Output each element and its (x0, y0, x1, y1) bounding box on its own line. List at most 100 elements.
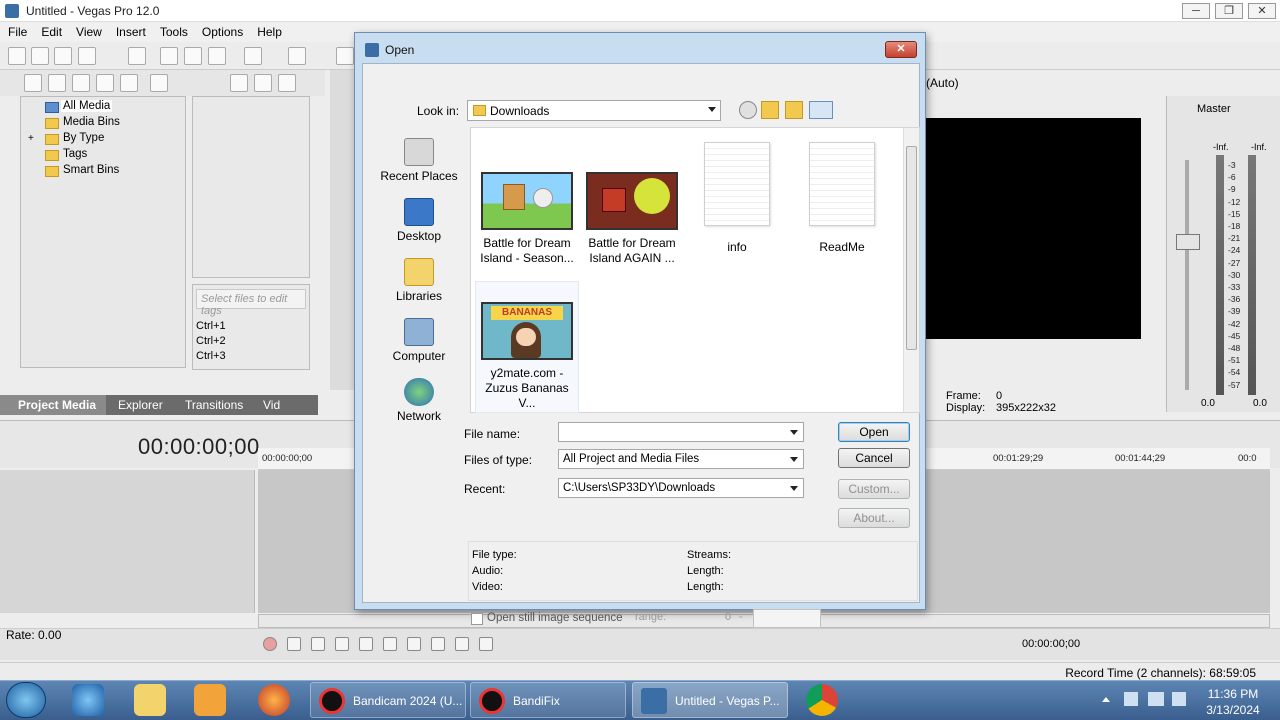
preview-quality[interactable]: (Auto) (926, 76, 959, 90)
file-item[interactable]: BANANAS y2mate.com - Zuzus Bananas V... (475, 281, 579, 413)
media-info: File type: Audio: Video: Streams: Length… (468, 541, 918, 601)
about-button[interactable]: About... (838, 508, 910, 528)
tags-input[interactable]: Select files to edit tags (196, 289, 306, 317)
next-frame-icon[interactable] (479, 637, 493, 651)
chrome-icon[interactable] (806, 684, 838, 716)
tab-explorer[interactable]: Explorer (118, 398, 163, 412)
maximize-button[interactable]: ❐ (1215, 3, 1243, 19)
tree-by-type[interactable]: By Type (63, 132, 104, 144)
menu-help[interactable]: Help (249, 22, 288, 39)
file-list-scrollbar[interactable] (903, 128, 919, 412)
volume-icon[interactable] (1172, 692, 1186, 706)
stop-icon[interactable] (383, 637, 397, 651)
save-icon[interactable] (54, 47, 72, 65)
new-folder-icon[interactable] (785, 101, 803, 119)
look-in-value: Downloads (490, 104, 550, 118)
media-list[interactable] (192, 96, 310, 278)
save-as-icon[interactable] (78, 47, 96, 65)
tray-expand-icon[interactable] (1102, 694, 1110, 702)
tree-all-media[interactable]: All Media (61, 100, 113, 112)
menu-tools[interactable]: Tools (152, 22, 194, 39)
taskbar-bandifix[interactable]: BandiFix (470, 682, 626, 718)
tree-tags[interactable]: Tags (63, 148, 87, 160)
refresh-icon[interactable] (96, 74, 114, 92)
copy-icon[interactable] (184, 47, 202, 65)
record-icon[interactable] (263, 637, 277, 651)
files-of-type-select[interactable]: All Project and Media Files (558, 449, 804, 469)
back-icon[interactable] (739, 101, 757, 119)
file-item[interactable]: ReadMe (790, 142, 894, 255)
place-network[interactable]: Network (371, 378, 467, 423)
play-icon[interactable] (335, 637, 349, 651)
import-media-icon[interactable] (24, 74, 42, 92)
taskbar-bandicam[interactable]: Bandicam 2024 (U... (310, 682, 466, 718)
menu-edit[interactable]: Edit (33, 22, 68, 39)
cancel-button[interactable]: Cancel (838, 448, 910, 468)
place-desktop[interactable]: Desktop (371, 198, 467, 243)
internet-explorer-icon[interactable] (72, 684, 104, 716)
undo-icon[interactable] (244, 47, 262, 65)
file-item[interactable]: Battle for Dream Island - Season... (475, 172, 579, 266)
clock[interactable]: 11:36 PM 3/13/2024 (1198, 686, 1268, 718)
auto-preview-icon[interactable] (278, 74, 296, 92)
view-menu-icon[interactable] (809, 101, 833, 119)
redo-icon[interactable] (288, 47, 306, 65)
menu-file[interactable]: File (0, 22, 33, 39)
pause-icon[interactable] (359, 637, 373, 651)
network-tray-icon[interactable] (1148, 692, 1164, 706)
master-fader[interactable] (1176, 234, 1200, 250)
search-media-icon[interactable] (120, 74, 138, 92)
tab-transitions[interactable]: Transitions (185, 398, 243, 412)
edit-tool-icon[interactable] (336, 47, 354, 65)
open-icon[interactable] (31, 47, 49, 65)
custom-button[interactable]: Custom... (838, 479, 910, 499)
tab-video-fx[interactable]: Vid (263, 398, 280, 412)
play-from-start-icon[interactable] (311, 637, 325, 651)
stop-icon[interactable] (254, 74, 272, 92)
prev-frame-icon[interactable] (455, 637, 469, 651)
db-tick: -3 (1228, 160, 1236, 170)
cut-icon[interactable] (160, 47, 178, 65)
tree-media-bins[interactable]: Media Bins (63, 116, 120, 128)
go-to-start-icon[interactable] (407, 637, 421, 651)
up-folder-icon[interactable] (761, 101, 779, 119)
minimize-button[interactable]: ─ (1182, 3, 1210, 19)
file-item[interactable]: info (685, 142, 789, 255)
range-to-input[interactable] (753, 609, 821, 628)
loop-icon[interactable] (287, 637, 301, 651)
properties-icon[interactable] (128, 47, 146, 65)
recent-select[interactable]: C:\Users\SP33DY\Downloads (558, 478, 804, 498)
db-tick: -57 (1228, 379, 1241, 390)
media-player-icon[interactable] (194, 684, 226, 716)
file-explorer-icon[interactable] (134, 684, 166, 716)
file-name-input[interactable] (558, 422, 804, 442)
expand-icon[interactable]: + (28, 133, 34, 144)
play-icon[interactable] (230, 74, 248, 92)
start-button[interactable] (6, 682, 46, 718)
cd-icon[interactable] (72, 74, 90, 92)
new-icon[interactable] (8, 47, 26, 65)
close-button[interactable]: ✕ (1248, 3, 1276, 19)
tab-project-media[interactable]: Project Media (18, 398, 96, 412)
firefox-icon[interactable] (258, 684, 290, 716)
place-recent[interactable]: Recent Places (371, 138, 467, 183)
menu-view[interactable]: View (68, 22, 108, 39)
place-computer[interactable]: Computer (371, 318, 467, 363)
look-in-dropdown[interactable]: Downloads (467, 100, 721, 121)
remove-icon[interactable] (150, 74, 168, 92)
still-sequence-checkbox[interactable] (471, 613, 483, 625)
tree-smart-bins[interactable]: Smart Bins (63, 164, 119, 176)
menu-insert[interactable]: Insert (108, 22, 152, 39)
file-item[interactable]: Battle for Dream Island AGAIN ... (580, 172, 684, 266)
taskbar-vegas[interactable]: Untitled - Vegas P... (632, 682, 788, 718)
capture-icon[interactable] (48, 74, 66, 92)
action-center-icon[interactable] (1124, 692, 1138, 706)
place-libraries[interactable]: Libraries (371, 258, 467, 303)
dialog-close-button[interactable]: ✕ (885, 41, 917, 58)
go-to-end-icon[interactable] (431, 637, 445, 651)
db-tick: -39 (1228, 306, 1241, 317)
scrollbar-thumb[interactable] (906, 146, 917, 350)
open-button[interactable]: Open (838, 422, 910, 442)
paste-icon[interactable] (208, 47, 226, 65)
menu-options[interactable]: Options (194, 22, 249, 39)
